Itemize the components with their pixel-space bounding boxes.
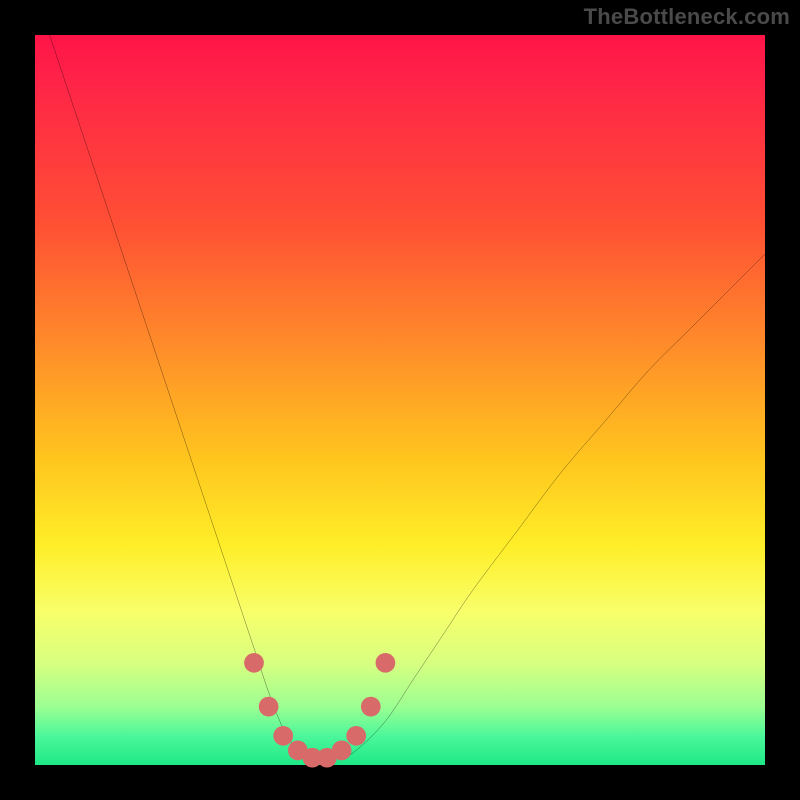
chart-frame: TheBottleneck.com <box>0 0 800 800</box>
marker-dot <box>273 726 293 746</box>
plot-area <box>35 35 765 765</box>
marker-dot <box>376 653 396 673</box>
valley-markers <box>244 653 395 768</box>
bottleneck-curve <box>50 35 765 758</box>
marker-dot <box>361 697 381 717</box>
marker-dot <box>346 726 366 746</box>
marker-dot <box>332 741 352 761</box>
marker-dot <box>259 697 279 717</box>
chart-svg <box>35 35 765 765</box>
marker-dot <box>244 653 264 673</box>
watermark-text: TheBottleneck.com <box>584 4 790 30</box>
